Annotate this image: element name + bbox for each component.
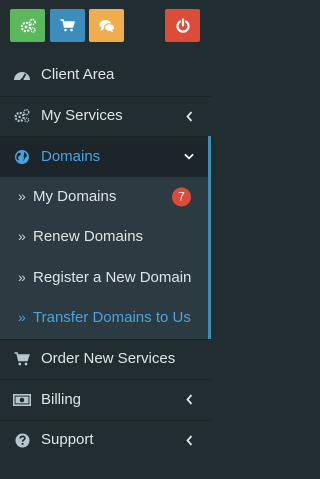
double-chevron-right-icon: »	[18, 268, 26, 285]
logout-button[interactable]	[165, 9, 200, 42]
submenu-item-transfer-domains[interactable]: » Transfer Domains to Us	[0, 298, 211, 339]
submenu-item-label: Register a New Domain	[33, 268, 192, 286]
messages-button[interactable]	[89, 9, 124, 42]
submenu-item-renew-domains[interactable]: » Renew Domains	[0, 217, 211, 258]
sidebar-item-client-area[interactable]: Client Area	[0, 55, 211, 96]
sidebar-item-billing[interactable]: Billing	[0, 379, 211, 420]
submenu-item-label: Transfer Domains to Us	[33, 309, 191, 327]
double-chevron-right-icon: »	[18, 187, 26, 204]
dashboard-icon	[13, 66, 31, 84]
question-circle-icon	[13, 431, 31, 449]
comments-icon	[99, 19, 115, 33]
sidebar-item-support[interactable]: Support	[0, 419, 211, 461]
power-icon	[175, 17, 191, 34]
chevron-left-icon	[184, 394, 194, 406]
globe-icon	[13, 148, 31, 166]
sidebar-item-my-services[interactable]: My Services	[0, 95, 211, 137]
double-chevron-right-icon: »	[18, 309, 26, 326]
cart-icon	[13, 350, 31, 368]
gears-icon	[13, 107, 31, 125]
sidebar-item-label: Client Area	[41, 66, 115, 84]
money-icon	[13, 391, 31, 409]
sidebar-item-label: Billing	[41, 390, 82, 408]
settings-button[interactable]	[10, 9, 45, 42]
sidebar-item-label: Order New Services	[41, 350, 176, 368]
chevron-left-icon	[184, 434, 194, 446]
sidebar-item-label: Support	[41, 431, 94, 449]
cart-icon	[60, 19, 75, 32]
submenu-item-label: Renew Domains	[33, 228, 144, 246]
submenu-item-label: My Domains	[33, 187, 117, 205]
count-badge: 7	[172, 187, 191, 207]
submenu-item-my-domains[interactable]: » My Domains 7	[0, 176, 211, 217]
sidebar-toolbar	[0, 0, 211, 51]
sidebar-item-label: My Services	[41, 107, 123, 125]
submenu-item-register-domain[interactable]: » Register a New Domain	[0, 257, 211, 298]
sidebar-item-domains[interactable]: Domains	[0, 136, 211, 177]
double-chevron-right-icon: »	[18, 228, 26, 245]
sidebar-menu: Client Area My Services Domains » My Dom…	[0, 55, 211, 460]
active-section-indicator	[208, 136, 211, 339]
chevron-left-icon	[184, 110, 194, 122]
chevron-down-icon	[184, 151, 194, 163]
sidebar-item-order-services[interactable]: Order New Services	[0, 338, 211, 380]
sidebar-item-label: Domains	[41, 147, 101, 165]
gears-icon	[19, 18, 37, 34]
cart-button[interactable]	[50, 9, 85, 42]
